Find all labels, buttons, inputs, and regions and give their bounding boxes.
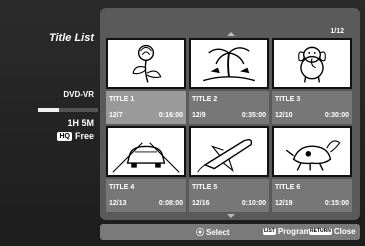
title-name: TITLE 5 (192, 184, 218, 191)
title-name: TITLE 2 (192, 96, 218, 103)
title-tile-4[interactable]: TITLE 4 12/13 0:08:00 (106, 126, 186, 212)
title-date: 12/13 (109, 200, 127, 207)
title-name: TITLE 4 (109, 184, 135, 191)
hq-badge: HQ (57, 131, 72, 141)
dog-cartoon-icon (285, 140, 341, 171)
tile-info: TITLE 3 12/10 0:30:00 (272, 91, 352, 124)
title-tile-6[interactable]: TITLE 6 12/19 0:15:00 (272, 126, 352, 212)
disc-space-bar (38, 108, 98, 112)
close-label: Close (333, 227, 356, 236)
page-counter: 1/12 (330, 28, 344, 35)
elephant-cartoon-icon (298, 46, 326, 83)
thumbnail-shuttle (189, 126, 269, 177)
title-tile-2[interactable]: TITLE 2 12/9 0:35:00 (189, 38, 269, 124)
title-date: 12/19 (275, 200, 293, 207)
close-hint: RETURN Close (309, 227, 356, 236)
title-date: 12/10 (275, 112, 293, 119)
space-shuttle-icon (197, 139, 253, 173)
thumbnail-island (189, 38, 269, 89)
scroll-up-arrow-icon[interactable] (227, 32, 235, 36)
title-duration: 0:16:00 (158, 112, 183, 119)
joystick-icon: ⦿ (196, 228, 204, 237)
free-label: Free (74, 131, 94, 141)
title-date: 12/7 (109, 112, 123, 119)
thumbnail-dog (272, 126, 352, 177)
thumbnail-rose (106, 38, 186, 89)
title-duration: 0:30:00 (324, 112, 349, 119)
select-label: Select (206, 228, 230, 237)
tile-info: TITLE 4 12/13 0:08:00 (106, 179, 186, 212)
title-list-screen: Title List DVD-VR 1H 5M HQ Free 1/12 TIT… (0, 0, 365, 246)
title-date: 12/9 (192, 112, 206, 119)
select-hint: ⦿ Select (196, 227, 230, 238)
title-name: TITLE 1 (109, 96, 135, 103)
remaining-mode: HQ Free (57, 131, 94, 141)
disc-type-label: DVD-VR (63, 90, 94, 99)
scroll-down-arrow-icon[interactable] (227, 214, 235, 218)
title-tile-1[interactable]: TITLE 1 12/7 0:16:00 (106, 38, 186, 124)
thumbnail-car (106, 126, 186, 177)
hint-bar: ⦿ Select LIST Program RETURN Close (100, 224, 360, 240)
title-duration: 0:35:00 (241, 112, 266, 119)
sidebar: Title List DVD-VR 1H 5M HQ Free (10, 8, 100, 218)
rose-drawing-icon (132, 44, 162, 83)
palm-island-icon (203, 47, 255, 82)
return-key-badge: RETURN (309, 228, 332, 235)
tile-info: TITLE 5 12/16 0:10:00 (189, 179, 269, 212)
program-label: Program (277, 227, 311, 236)
car-road-icon (112, 142, 180, 173)
title-duration: 0:15:00 (324, 200, 349, 207)
list-key-badge: LIST (263, 228, 276, 235)
menu-title: Title List (48, 32, 94, 44)
tile-info: TITLE 1 12/7 0:16:00 (106, 91, 186, 124)
title-tile-3[interactable]: TITLE 3 12/10 0:30:00 (272, 38, 352, 124)
tile-info: TITLE 6 12/19 0:15:00 (272, 179, 352, 212)
title-duration: 0:10:00 (241, 200, 266, 207)
title-date: 12/16 (192, 200, 210, 207)
disc-space-fill (38, 108, 59, 112)
program-hint: LIST Program (263, 227, 311, 236)
remaining-time: 1H 5M (67, 118, 94, 128)
title-tile-5[interactable]: TITLE 5 12/16 0:10:00 (189, 126, 269, 212)
title-name: TITLE 3 (275, 96, 301, 103)
tile-info: TITLE 2 12/9 0:35:00 (189, 91, 269, 124)
thumbnail-elephant (272, 38, 352, 89)
title-name: TITLE 6 (275, 184, 301, 191)
title-duration: 0:08:00 (158, 200, 183, 207)
thumbnail-panel: 1/12 TITLE 1 12/7 0:16:00 TITLE 2 12/9 0… (100, 8, 360, 220)
